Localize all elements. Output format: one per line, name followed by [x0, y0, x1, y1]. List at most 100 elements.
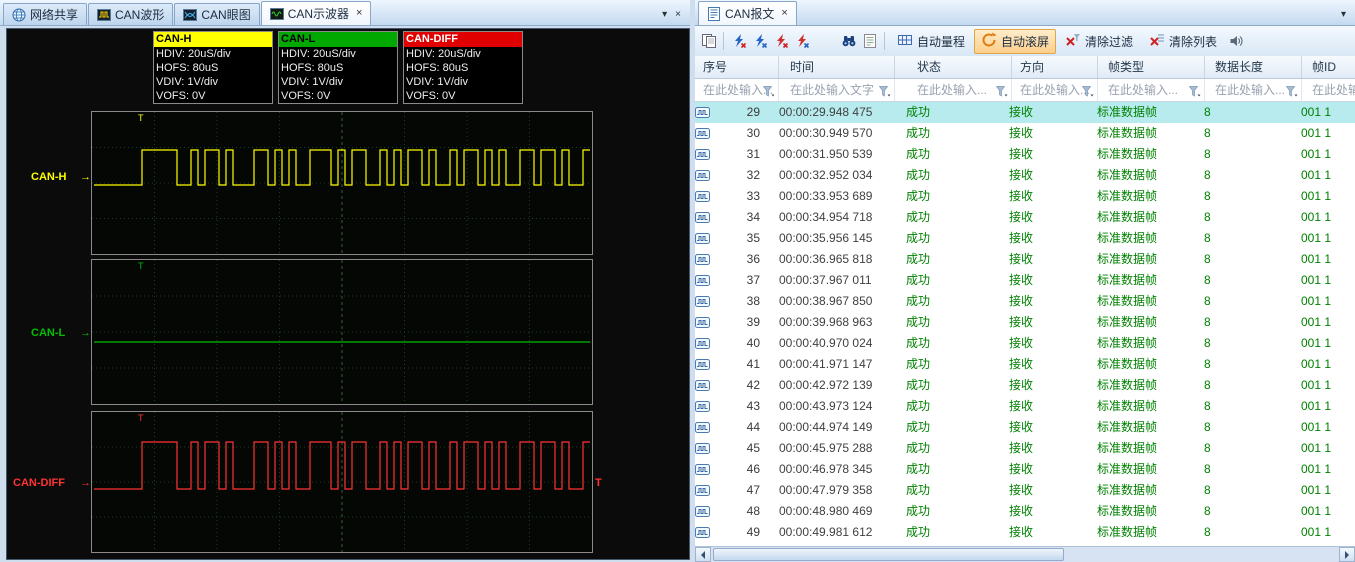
data-length-cell: 8: [1204, 189, 1211, 203]
horizontal-scrollbar[interactable]: [695, 546, 1355, 562]
frame-type-cell: 标准数据帧: [1097, 504, 1158, 518]
table-row[interactable]: 45 00:00:45.975 288 成功 接收 标准数据帧 8 001 1: [695, 438, 1355, 459]
table-row[interactable]: 40 00:00:40.970 024 成功 接收 标准数据帧 8 001 1: [695, 333, 1355, 354]
filter-funnel-icon[interactable]: [1081, 83, 1094, 101]
filter-placeholder: 在此处输入...: [1020, 83, 1091, 97]
table-row[interactable]: 35 00:00:35.956 145 成功 接收 标准数据帧 8 001 1: [695, 228, 1355, 249]
speaker-icon[interactable]: [1226, 32, 1245, 51]
table-row[interactable]: 47 00:00:47.979 358 成功 接收 标准数据帧 8 001 1: [695, 480, 1355, 501]
auto-scroll-button[interactable]: 自动滚屏: [974, 28, 1057, 54]
tab-can-waveform[interactable]: CAN波形: [88, 3, 174, 25]
table-row[interactable]: 49 00:00:49.981 612 成功 接收 标准数据帧 8 001 1: [695, 522, 1355, 543]
close-tab-icon[interactable]: ×: [781, 8, 787, 19]
column-header-4[interactable]: 帧类型: [1098, 56, 1205, 78]
table-row[interactable]: 43 00:00:43.973 124 成功 接收 标准数据帧 8 001 1: [695, 396, 1355, 417]
table-filter-row: 在此处输入... 在此处输入文字 在此处输入... 在此处输入... 在此处输入... 在…: [695, 79, 1355, 102]
status-cell: 成功: [906, 420, 931, 434]
tab-can-messages[interactable]: CAN报文 ×: [698, 1, 797, 25]
dropdown-menu-icon[interactable]: ▾: [662, 10, 667, 20]
dropdown-menu-icon[interactable]: ▾: [1341, 10, 1346, 20]
scrollbar-track[interactable]: [711, 547, 1339, 562]
trigger-level-marker[interactable]: T: [595, 477, 602, 489]
tab-can-oscilloscope[interactable]: CAN示波器 ×: [260, 1, 372, 25]
status-cell: 成功: [906, 399, 931, 413]
scroll-left-icon[interactable]: [695, 547, 711, 562]
time-cell: 00:00:49.981 612: [779, 525, 873, 539]
filter-cell-4[interactable]: 在此处输入...: [1098, 79, 1205, 101]
filter-frames-icon-3[interactable]: [771, 32, 790, 51]
column-header-1[interactable]: 时间: [779, 56, 895, 78]
can-diff-scope: T: [91, 411, 593, 553]
receive-frame-icon: [695, 291, 710, 312]
close-tab-icon[interactable]: ×: [356, 8, 362, 19]
frame-type-cell: 标准数据帧: [1097, 336, 1158, 350]
table-row[interactable]: 39 00:00:39.968 963 成功 接收 标准数据帧 8 001 1: [695, 312, 1355, 333]
direction-cell: 接收: [1009, 126, 1034, 140]
filter-cell-2[interactable]: 在此处输入...: [895, 79, 1012, 101]
status-cell: 成功: [906, 315, 931, 329]
direction-cell: 接收: [1009, 294, 1034, 308]
frame-type-cell: 标准数据帧: [1097, 252, 1158, 266]
tab-network-share[interactable]: 网络共享: [3, 3, 88, 25]
column-header-6[interactable]: 帧ID: [1302, 56, 1355, 78]
scroll-right-icon[interactable]: [1339, 547, 1355, 562]
table-row[interactable]: 29 00:00:29.948 475 成功 接收 标准数据帧 8 001 1: [695, 102, 1355, 123]
filter-frames-icon-4[interactable]: [792, 32, 811, 51]
seq-cell: 39: [746, 315, 760, 329]
receive-frame-icon: [695, 417, 710, 438]
filter-cell-6[interactable]: 在此处输入...: [1302, 79, 1355, 101]
table-row[interactable]: 41 00:00:41.971 147 成功 接收 标准数据帧 8 001 1: [695, 354, 1355, 375]
message-toolbar: 自动量程 自动滚屏 清除过滤 清除列表: [695, 26, 1355, 57]
table-row[interactable]: 37 00:00:37.967 011 成功 接收 标准数据帧 8 001 1: [695, 270, 1355, 291]
filter-cell-1[interactable]: 在此处输入文字: [779, 79, 895, 101]
copy-icon[interactable]: [699, 32, 718, 51]
status-cell: 成功: [906, 294, 931, 308]
table-row[interactable]: 31 00:00:31.950 539 成功 接收 标准数据帧 8 001 1: [695, 144, 1355, 165]
column-header-2[interactable]: 状态: [895, 56, 1012, 78]
table-row[interactable]: 44 00:00:44.974 149 成功 接收 标准数据帧 8 001 1: [695, 417, 1355, 438]
filter-cell-0[interactable]: 在此处输入...: [695, 79, 779, 101]
filter-funnel-icon[interactable]: [1188, 83, 1201, 101]
seq-cell: 32: [746, 168, 760, 182]
data-length-cell: 8: [1204, 252, 1211, 266]
time-cell: 00:00:33.953 689: [779, 189, 873, 203]
filter-cell-5[interactable]: 在此处输入...: [1205, 79, 1302, 101]
filter-frames-icon-2[interactable]: [750, 32, 769, 51]
filter-placeholder: 在此处输入...: [1108, 83, 1179, 97]
table-row[interactable]: 46 00:00:46.978 345 成功 接收 标准数据帧 8 001 1: [695, 459, 1355, 480]
auto-range-button[interactable]: 自动量程: [890, 29, 972, 54]
frame-type-cell: 标准数据帧: [1097, 462, 1158, 476]
binoculars-icon[interactable]: [839, 32, 858, 51]
toolbar-separator: [723, 32, 724, 50]
filter-funnel-icon[interactable]: [762, 83, 775, 101]
filter-funnel-icon[interactable]: [1285, 83, 1298, 101]
frame-type-cell: 标准数据帧: [1097, 441, 1158, 455]
column-header-0[interactable]: 序号: [695, 56, 779, 78]
data-length-cell: 8: [1204, 168, 1211, 182]
frame-type-cell: 标准数据帧: [1097, 168, 1158, 182]
table-row[interactable]: 36 00:00:36.965 818 成功 接收 标准数据帧 8 001 1: [695, 249, 1355, 270]
table-row[interactable]: 38 00:00:38.967 850 成功 接收 标准数据帧 8 001 1: [695, 291, 1355, 312]
table-row[interactable]: 33 00:00:33.953 689 成功 接收 标准数据帧 8 001 1: [695, 186, 1355, 207]
close-panel-icon[interactable]: ×: [675, 10, 681, 20]
filter-funnel-icon[interactable]: [878, 83, 891, 101]
table-row[interactable]: 32 00:00:32.952 034 成功 接收 标准数据帧 8 001 1: [695, 165, 1355, 186]
column-header-5[interactable]: 数据长度: [1205, 56, 1302, 78]
notes-icon[interactable]: [860, 32, 879, 51]
clear-list-button[interactable]: 清除列表: [1142, 29, 1224, 54]
scrollbar-thumb[interactable]: [713, 548, 1064, 561]
tab-label: CAN眼图: [201, 8, 251, 22]
waveform-icon: [97, 8, 112, 22]
oscilloscope-icon: [269, 7, 284, 21]
table-row[interactable]: 34 00:00:34.954 718 成功 接收 标准数据帧 8 001 1: [695, 207, 1355, 228]
clear-filter-button[interactable]: 清除过滤: [1058, 29, 1140, 54]
column-header-3[interactable]: 方向: [1012, 56, 1098, 78]
filter-cell-3[interactable]: 在此处输入...: [1012, 79, 1098, 101]
table-row[interactable]: 30 00:00:30.949 570 成功 接收 标准数据帧 8 001 1: [695, 123, 1355, 144]
tab-can-eye-diagram[interactable]: CAN眼图: [174, 3, 260, 25]
filter-frames-icon-1[interactable]: [729, 32, 748, 51]
filter-funnel-icon[interactable]: [995, 83, 1008, 101]
frame-id-cell: 001 1: [1301, 231, 1332, 245]
table-row[interactable]: 48 00:00:48.980 469 成功 接收 标准数据帧 8 001 1: [695, 501, 1355, 522]
table-row[interactable]: 42 00:00:42.972 139 成功 接收 标准数据帧 8 001 1: [695, 375, 1355, 396]
